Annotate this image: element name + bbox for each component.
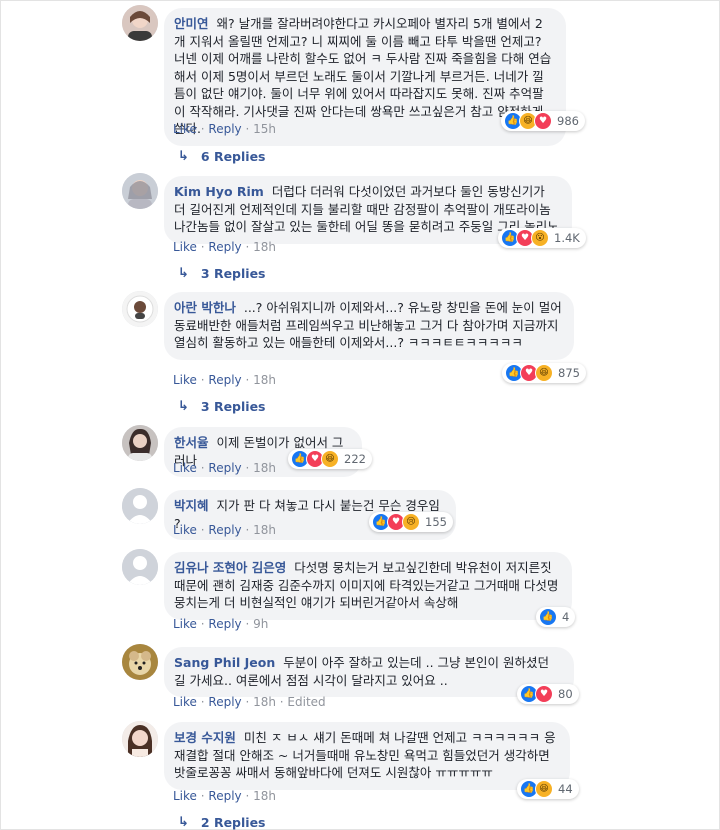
- replies-count[interactable]: 3 Replies: [201, 399, 266, 414]
- author-name[interactable]: 한서율: [174, 435, 209, 450]
- reply-link[interactable]: Reply: [208, 461, 241, 475]
- reply-link[interactable]: Reply: [208, 523, 241, 537]
- view-replies[interactable]: ↳ 6 Replies: [178, 149, 266, 164]
- comment-actions: Like · Reply · 18h: [173, 523, 276, 537]
- avatar[interactable]: [122, 644, 158, 680]
- reaction-count: 44: [558, 782, 573, 796]
- reaction-count: 4: [562, 610, 570, 624]
- timestamp[interactable]: 18h: [253, 240, 276, 254]
- avatar[interactable]: [122, 425, 158, 461]
- timestamp[interactable]: 18h: [253, 523, 276, 537]
- reaction-summary[interactable]: 👍 4: [536, 607, 576, 627]
- timestamp[interactable]: 18h: [253, 789, 276, 803]
- comments-section: 안미연 왜? 날개를 잘라버려야한다고 카시오페아 별자리 5개 별에서 2개 …: [0, 0, 720, 830]
- reaction-count: 80: [558, 687, 573, 701]
- author-name[interactable]: 안미연: [174, 16, 209, 31]
- author-name[interactable]: 김유나 조현아 김은영: [174, 560, 286, 575]
- replies-count[interactable]: 6 Replies: [201, 149, 266, 164]
- comment-actions: Like · Reply · 18h: [173, 240, 276, 254]
- thumbs-up-icon: 👍: [539, 608, 557, 626]
- reaction-count: 155: [425, 515, 447, 529]
- comment-bubble: 보경 수지원 미친 ㅈ ㅂㅅ 섀기 돈때메 쳐 나갈땐 언제고 ㅋㅋㅋㅋㅋㅋ 응…: [164, 722, 570, 790]
- reaction-count: 986: [557, 114, 579, 128]
- edited-label[interactable]: Edited: [287, 695, 325, 709]
- author-name[interactable]: Sang Phil Jeon: [174, 655, 275, 670]
- avatar[interactable]: [122, 549, 158, 585]
- comment-bubble: 아란 박한나 ...? 아쉬워지니까 이제와서...? 유노랑 창민을 돈에 눈…: [164, 292, 574, 360]
- view-replies[interactable]: ↳ 3 Replies: [178, 266, 266, 281]
- reply-link[interactable]: Reply: [208, 617, 241, 631]
- comment-actions: Like · Reply · 18h: [173, 373, 276, 387]
- author-name[interactable]: 보경 수지원: [174, 730, 236, 745]
- heart-icon: ♥: [535, 685, 553, 703]
- reply-arrow-icon: ↳: [178, 266, 189, 281]
- comment-text: 왜? 날개를 잘라버려야한다고 카시오페아 별자리 5개 별에서 2개 지워서 …: [174, 16, 552, 136]
- like-link[interactable]: Like: [173, 461, 197, 475]
- heart-icon: ♥: [534, 112, 552, 130]
- avatar[interactable]: [122, 488, 158, 524]
- reaction-summary[interactable]: 👍 ♥ 😮 1.4K: [498, 228, 586, 248]
- timestamp[interactable]: 18h: [253, 695, 276, 709]
- comment-actions: Like · Reply · 15h: [173, 122, 276, 136]
- author-name[interactable]: 박지혜: [174, 498, 209, 513]
- like-link[interactable]: Like: [173, 695, 197, 709]
- like-link[interactable]: Like: [173, 122, 197, 136]
- comment-actions: Like · Reply · 18h · Edited: [173, 695, 326, 709]
- comment-actions: Like · Reply · 9h: [173, 617, 269, 631]
- reaction-count: 875: [558, 366, 580, 380]
- reaction-count: 222: [344, 452, 366, 466]
- timestamp[interactable]: 18h: [253, 461, 276, 475]
- reaction-count: 1.4K: [554, 231, 580, 245]
- reaction-summary[interactable]: 👍 ♥ 80: [517, 684, 579, 704]
- reply-arrow-icon: ↳: [178, 399, 189, 414]
- reply-arrow-icon: ↳: [178, 149, 189, 164]
- comment-bubble: Sang Phil Jeon 두분이 아주 잘하고 있는데 .. 그냥 본인이 …: [164, 647, 574, 697]
- replies-count[interactable]: 2 Replies: [201, 815, 266, 830]
- comment-actions: Like · Reply · 18h: [173, 789, 276, 803]
- view-replies[interactable]: ↳ 3 Replies: [178, 399, 266, 414]
- like-link[interactable]: Like: [173, 240, 197, 254]
- comment-actions: Like · Reply · 18h: [173, 461, 276, 475]
- author-name[interactable]: Kim Hyo Rim: [174, 184, 264, 199]
- comment-bubble: 김유나 조현아 김은영 다섯명 뭉치는거 보고싶긴한데 박유천이 저지른짓때문에…: [164, 552, 572, 620]
- like-link[interactable]: Like: [173, 523, 197, 537]
- like-link[interactable]: Like: [173, 373, 197, 387]
- reply-link[interactable]: Reply: [208, 373, 241, 387]
- reaction-summary[interactable]: 👍 ♥ 😢 155: [369, 512, 453, 532]
- reply-link[interactable]: Reply: [208, 122, 241, 136]
- avatar[interactable]: [122, 173, 158, 209]
- timestamp[interactable]: 9h: [253, 617, 268, 631]
- reaction-summary[interactable]: 👍 😆 ♥ 986: [501, 111, 585, 131]
- wow-face-icon: 😮: [531, 229, 549, 247]
- reply-link[interactable]: Reply: [208, 789, 241, 803]
- reaction-summary[interactable]: 👍 ♥ 😆 222: [288, 449, 372, 469]
- reply-link[interactable]: Reply: [208, 695, 241, 709]
- like-link[interactable]: Like: [173, 617, 197, 631]
- view-replies[interactable]: ↳ 2 Replies: [178, 815, 266, 830]
- replies-count[interactable]: 3 Replies: [201, 266, 266, 281]
- author-name[interactable]: 아란 박한나: [174, 300, 236, 315]
- timestamp[interactable]: 15h: [253, 122, 276, 136]
- laughing-face-icon: 😆: [535, 364, 553, 382]
- avatar[interactable]: [122, 721, 158, 757]
- laughing-face-icon: 😆: [321, 450, 339, 468]
- reply-arrow-icon: ↳: [178, 815, 189, 830]
- timestamp[interactable]: 18h: [253, 373, 276, 387]
- like-link[interactable]: Like: [173, 789, 197, 803]
- avatar[interactable]: [122, 291, 158, 327]
- reaction-summary[interactable]: 👍 ♥ 😆 875: [502, 363, 586, 383]
- reply-link[interactable]: Reply: [208, 240, 241, 254]
- reaction-summary[interactable]: 👍 😆 44: [517, 779, 579, 799]
- laughing-face-icon: 😆: [535, 780, 553, 798]
- sad-face-icon: 😢: [402, 513, 420, 531]
- avatar[interactable]: [122, 5, 158, 41]
